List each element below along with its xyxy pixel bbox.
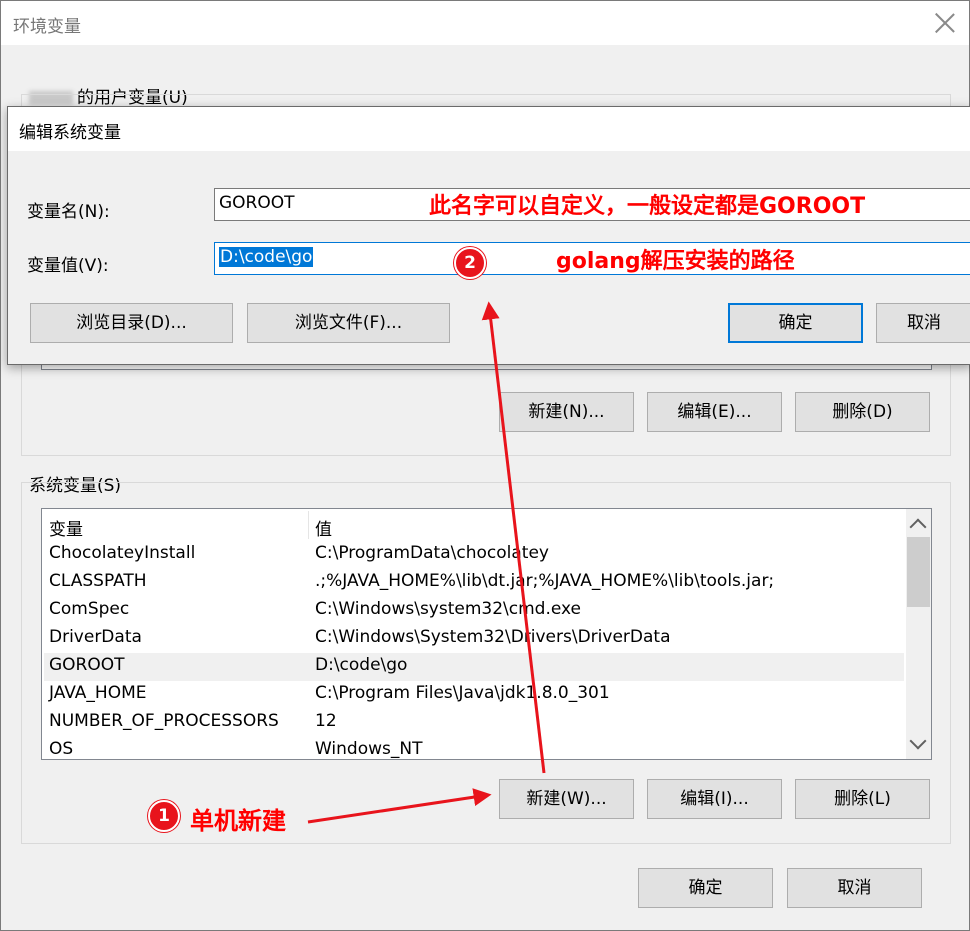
- dialog-title: 编辑系统变量: [19, 123, 121, 143]
- table-row[interactable]: NUMBER_OF_PROCESSORS 12: [44, 709, 904, 737]
- system-delete-button[interactable]: 删除(L): [795, 779, 930, 819]
- variable-name-label: 变量名(N):: [27, 202, 110, 222]
- browse-file-button[interactable]: 浏览文件(F)...: [247, 303, 450, 343]
- close-icon[interactable]: [932, 10, 958, 36]
- title-bar: 环境变量: [1, 1, 969, 45]
- table-row[interactable]: ComSpec C:\Windows\system32\cmd.exe: [44, 597, 904, 625]
- list-header: 变量 值: [42, 509, 904, 541]
- table-row-selected[interactable]: GOROOT D:\code\go: [44, 653, 904, 681]
- header-value[interactable]: 值: [315, 515, 332, 540]
- dialog-ok-button[interactable]: 确定: [728, 303, 863, 343]
- annotation-name-note: 此名字可以自定义，一般设定都是GOROOT: [429, 194, 866, 219]
- variable-value-label: 变量值(V):: [27, 256, 109, 276]
- ok-button[interactable]: 确定: [638, 868, 773, 908]
- table-row[interactable]: DriverData C:\Windows\System32\Drivers\Dr…: [44, 625, 904, 653]
- annotation-step1-text: 单机新建: [190, 807, 286, 835]
- step-1-badge: 1: [148, 800, 180, 832]
- column-separator[interactable]: [308, 511, 309, 539]
- edit-system-variable-dialog: 编辑系统变量 变量名(N): GOROOT 变量值(V): D:\code\go…: [7, 106, 970, 365]
- annotation-value-note: golang解压安装的路径: [556, 249, 795, 274]
- browse-directory-button[interactable]: 浏览目录(D)...: [30, 303, 233, 343]
- table-row[interactable]: ChocolateyInstall C:\ProgramData\chocolat…: [44, 541, 904, 569]
- header-variable[interactable]: 变量: [49, 515, 83, 540]
- dialog-title-bar: 编辑系统变量: [8, 107, 970, 151]
- table-row[interactable]: JAVA_HOME C:\Program Files\Java\jdk1.8.0_…: [44, 681, 904, 709]
- user-new-button[interactable]: 新建(N)...: [499, 392, 634, 432]
- scroll-up-icon[interactable]: [909, 518, 927, 536]
- step-2-badge: 2: [454, 247, 486, 279]
- cancel-button[interactable]: 取消: [787, 868, 922, 908]
- scroll-down-icon[interactable]: [909, 732, 927, 750]
- table-row[interactable]: OS Windows_NT: [44, 737, 904, 759]
- window-title: 环境变量: [13, 17, 81, 37]
- user-edit-button[interactable]: 编辑(E)...: [647, 392, 782, 432]
- system-new-button[interactable]: 新建(W)...: [499, 779, 634, 819]
- scroll-thumb[interactable]: [907, 537, 930, 607]
- dialog-cancel-button[interactable]: 取消: [876, 303, 970, 343]
- table-row[interactable]: CLASSPATH .;%JAVA_HOME%\lib\dt.jar;%JAVA_…: [44, 569, 904, 597]
- vertical-scrollbar[interactable]: [906, 509, 931, 759]
- user-delete-button[interactable]: 删除(D): [795, 392, 930, 432]
- variable-name-value: GOROOT: [219, 193, 295, 213]
- system-edit-button[interactable]: 编辑(I)...: [647, 779, 782, 819]
- variable-value-value: D:\code\go: [219, 247, 314, 267]
- system-variables-list[interactable]: 变量 值 ChocolateyInstall C:\ProgramData\cho…: [41, 508, 932, 760]
